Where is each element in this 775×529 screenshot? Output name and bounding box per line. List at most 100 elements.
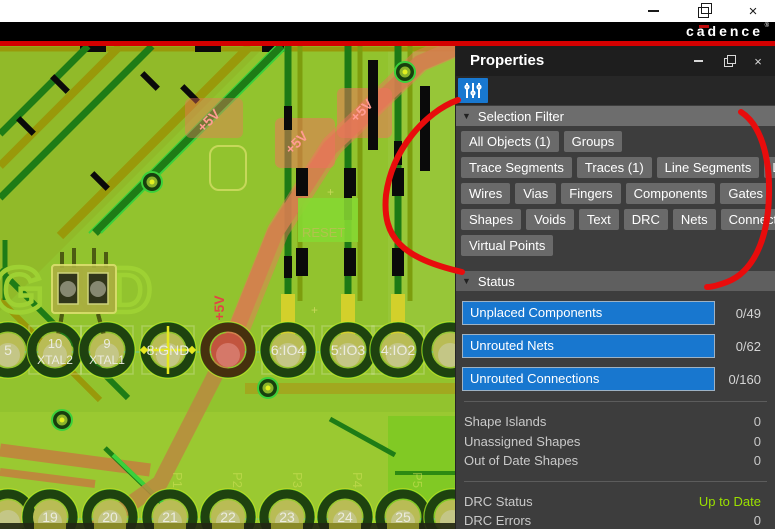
filter-button-line-segments[interactable]: Line Segments (656, 157, 760, 178)
status-body: Unplaced Components 0/49 Unrouted Nets 0/62… (456, 291, 775, 529)
filter-button-nets[interactable]: Nets (672, 209, 716, 230)
panel-title: Properties (470, 52, 545, 69)
shape-status-list: Shape Islands 0 Unassigned Shapes 0 Out of D… (456, 412, 775, 471)
status-row-value: 0 (753, 513, 761, 528)
pcb-pad[interactable] (199, 321, 257, 379)
panel-close-icon[interactable]: × (751, 54, 765, 69)
window-close-icon[interactable]: × (745, 3, 761, 20)
panel-titlebar: Properties × (456, 46, 775, 76)
svg-text:25: 25 (395, 509, 411, 525)
svg-text:24: 24 (337, 509, 353, 525)
filter-sliders-icon (464, 83, 482, 98)
status-row-label: Out of Date Shapes (464, 453, 579, 468)
svg-text:8:GND: 8:GND (147, 342, 190, 358)
divider (464, 401, 767, 402)
pin-row-label: P4 (350, 472, 365, 488)
pcb-pad[interactable]: 5:IO3 (319, 321, 377, 379)
progress-count: 0/62 (735, 338, 761, 354)
pin-row-label: P3 (290, 472, 305, 488)
filter-button-vias[interactable]: Vias (515, 183, 557, 204)
svg-text:5:IO3: 5:IO3 (331, 342, 365, 358)
pcb-pad[interactable]: 4:IO2 (369, 321, 427, 379)
status-row: DRC Errors 0 (456, 511, 775, 529)
progress-list: Unplaced Components 0/49 Unrouted Nets 0/62… (456, 301, 775, 391)
logo-macron (698, 25, 709, 28)
status-row: Shape Islands 0 (456, 412, 775, 432)
status-row: Out of Date Shapes 0 (456, 451, 775, 471)
app-window: × cadence ® RESET + + +5V +5V +5V +5V 5 … (0, 0, 775, 529)
filter-button-drc[interactable]: DRC (623, 209, 668, 230)
pin-row-label: P1 (170, 472, 185, 488)
pin-row-label: P5 (410, 472, 425, 488)
progress-count: 0/49 (735, 305, 761, 321)
svg-text:10: 10 (48, 336, 62, 351)
panel-toolbar (456, 76, 775, 105)
svg-text:23: 23 (279, 509, 295, 525)
panel-float-icon[interactable] (721, 54, 736, 68)
pcb-pad[interactable]: 9 XTAL1 (78, 321, 136, 379)
progress-row: Unrouted Nets 0/62 (462, 334, 761, 358)
status-row-label: Unassigned Shapes (464, 433, 581, 449)
status-header[interactable]: ▼ Status (456, 271, 775, 291)
filter-button-rows: All Objects (1) Groups Trace Segments Trace… (456, 126, 775, 265)
filter-button-voids[interactable]: Voids (526, 209, 574, 230)
svg-text:5: 5 (4, 342, 12, 358)
filter-button-connections[interactable]: Connections (720, 209, 775, 230)
filter-button-groups[interactable]: Groups (563, 131, 623, 152)
pcb-canvas[interactable]: GND RESET+++5V+5V+5V+5V510XTAL29XTAL18:G… (0, 35, 481, 529)
svg-text:XTAL2: XTAL2 (37, 353, 73, 367)
svg-text:4:IO2: 4:IO2 (381, 342, 415, 358)
status-row: DRC Status Up to Date (456, 492, 775, 512)
properties-panel: Properties × ▼ Selection Filter All Obje… (455, 46, 775, 529)
reset-label: RESET (302, 225, 345, 240)
progress-count: 0/160 (728, 371, 761, 387)
filter-button-components[interactable]: Components (625, 183, 716, 204)
svg-text:20: 20 (102, 509, 118, 525)
filter-button-virtual-points[interactable]: Virtual Points (461, 235, 554, 256)
status-row-label: Shape Islands (464, 414, 547, 429)
status-row: Unassigned Shapes 0 (456, 432, 775, 452)
status-label: Status (477, 273, 515, 289)
svg-text:6:IO4: 6:IO4 (271, 342, 305, 358)
cadence-logo: cadence (685, 23, 763, 39)
status-row-value: 0 (753, 433, 761, 449)
filter-tool-button[interactable] (458, 78, 488, 103)
filter-button-lines[interactable]: Lines (764, 157, 775, 178)
window-restore-icon[interactable] (695, 2, 712, 19)
pcb-pad[interactable]: 6:IO4 (259, 321, 317, 379)
os-titlebar: × (0, 0, 775, 22)
svg-text:19: 19 (42, 509, 58, 525)
pcb-pad[interactable]: 10 XTAL2 (26, 321, 84, 379)
status-row-label: DRC Status (464, 493, 533, 509)
filter-button-shapes[interactable]: Shapes (461, 209, 522, 230)
svg-text:XTAL1: XTAL1 (89, 353, 125, 367)
svg-text:9: 9 (103, 336, 110, 351)
status-row-value: 0 (753, 414, 761, 429)
drc-status-list: DRC StatusUp to DateDRC Errors0Shorting … (456, 492, 775, 529)
filter-button-fingers[interactable]: Fingers (561, 183, 621, 204)
pcb-layout: GND RESET+++5V+5V+5V+5V510XTAL29XTAL18:G… (0, 35, 481, 529)
window-minimize-icon[interactable] (645, 3, 661, 19)
divider (464, 480, 767, 482)
plus5v-label: +5V (211, 295, 227, 321)
filter-button-gates[interactable]: Gates (720, 183, 772, 204)
status-row-label: DRC Errors (464, 513, 532, 528)
progress-row: Unrouted Connections 0/160 (462, 367, 761, 391)
panel-minimize-icon[interactable] (691, 54, 705, 68)
progress-bar[interactable]: Unrouted Nets (462, 334, 715, 358)
filter-button-text[interactable]: Text (578, 209, 619, 230)
pcb-pad[interactable]: 8:GND (139, 321, 197, 379)
filter-button-trace-segments[interactable]: Trace Segments (461, 157, 572, 178)
filter-button-wires[interactable]: Wires (461, 183, 511, 204)
filter-button-all-objects-1[interactable]: All Objects (1) (461, 131, 559, 152)
progress-bar[interactable]: Unrouted Connections (462, 367, 715, 391)
selection-filter-header[interactable]: ▼ Selection Filter (456, 106, 775, 126)
pin-row-label: P2 (230, 472, 245, 488)
plus-marker: + (327, 185, 334, 199)
registered-mark: ® (764, 23, 769, 29)
progress-row: Unplaced Components 0/49 (462, 301, 761, 325)
svg-text:22: 22 (220, 509, 236, 525)
filter-button-traces-1[interactable]: Traces (1) (576, 157, 652, 178)
collapse-triangle-icon: ▼ (462, 111, 471, 121)
progress-bar[interactable]: Unplaced Components (462, 301, 715, 325)
